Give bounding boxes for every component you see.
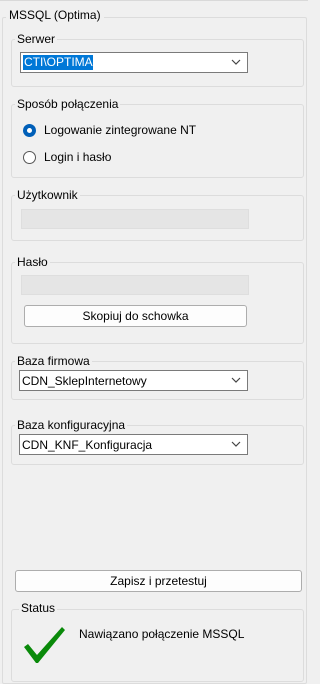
user-legend: Użytkownik [15, 188, 80, 202]
radio-integrated-nt[interactable]: Logowanie zintegrowane NT [23, 123, 196, 137]
connection-group [11, 104, 304, 178]
radio-login-password[interactable]: Login i hasło [23, 150, 111, 164]
save-and-test-button[interactable]: Zapisz i przetestuj [15, 570, 302, 592]
company-db-combobox[interactable]: CDN_SklepInternetowy [19, 370, 248, 391]
config-db-legend: Baza konfiguracyjna [15, 418, 128, 432]
radio-unselected-icon [23, 150, 36, 164]
user-input[interactable] [21, 209, 249, 229]
radio-integrated-nt-label: Logowanie zintegrowane NT [44, 123, 197, 137]
status-legend: Status [19, 601, 58, 615]
server-legend: Serwer [15, 32, 58, 46]
chevron-down-icon [231, 377, 241, 383]
connection-legend: Sposób połączenia [15, 97, 121, 111]
top-divider [0, 0, 308, 1]
company-db-legend: Baza firmowa [15, 354, 92, 368]
server-value: CTI\OPTIMA [23, 55, 93, 70]
checkmark-icon [24, 627, 65, 663]
password-input[interactable] [21, 275, 249, 295]
status-message: Nawiązano połączenie MSSQL [79, 627, 245, 641]
radio-login-password-label: Login i hasło [44, 150, 112, 164]
chevron-down-icon [231, 441, 241, 447]
config-db-combobox[interactable]: CDN_KNF_Konfiguracja [19, 434, 248, 455]
config-db-value: CDN_KNF_Konfiguracja [22, 437, 153, 452]
password-legend: Hasło [15, 255, 50, 269]
chevron-down-icon [231, 59, 241, 65]
radio-selected-icon [23, 123, 36, 137]
company-db-value: CDN_SklepInternetowy [22, 373, 147, 388]
server-combobox[interactable]: CTI\OPTIMA [20, 52, 248, 73]
mssql-group-title: MSSQL (Optima) [6, 8, 104, 22]
copy-to-clipboard-button[interactable]: Skopiuj do schowka [24, 305, 247, 327]
